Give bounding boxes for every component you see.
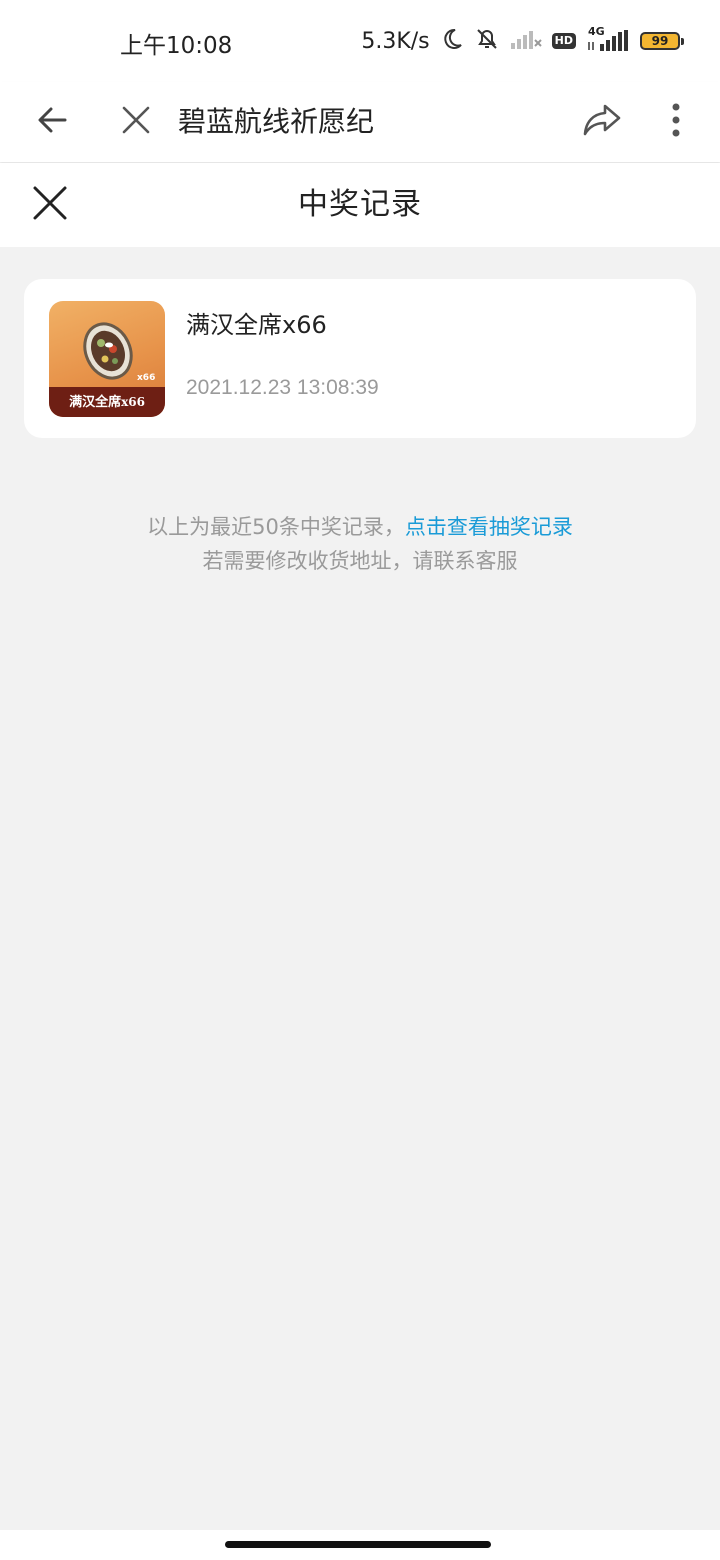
share-button[interactable] [576,96,628,148]
modal-close-button[interactable] [24,179,76,231]
hd-icon: HD [551,33,576,49]
status-icons: 5.3K/s HD 4G 99 [361,24,684,58]
thumb-count: x66 [137,373,156,383]
more-vertical-icon [670,103,682,141]
close-icon [32,185,68,225]
browser-toolbar: 碧蓝航线祈愿纪 [0,82,720,162]
home-indicator[interactable] [225,1541,491,1548]
notice-line-2: 若需要修改收货地址，请联系客服 [202,549,518,573]
view-draw-records-link[interactable]: 点击查看抽奖记录 [405,515,573,539]
battery-level: 99 [651,34,669,48]
more-options-button[interactable] [650,96,702,148]
status-time: 上午10:08 [120,33,233,59]
modal-header: 中奖记录 [0,163,720,247]
close-page-button[interactable] [110,96,162,148]
mute-bell-icon [474,26,500,56]
battery-icon: 99 [640,32,684,50]
status-bar: 上午10:08 5.3K/s HD 4G 99 [0,0,720,82]
prize-timestamp: 2021.12.23 13:08:39 [186,376,379,399]
prize-record-card[interactable]: x66 满汉全席x66 满汉全席x66 2021.12.23 13:08:39 [24,279,696,438]
moon-icon [440,27,464,55]
prize-name: 满汉全席x66 [186,311,327,339]
page-title: 碧蓝航线祈愿纪 [178,105,375,138]
notice-text-main: 以上为最近50条中奖记录， [147,515,405,539]
dish-image [83,322,133,380]
back-arrow-icon [35,103,69,141]
notice-text: 以上为最近50条中奖记录，点击查看抽奖记录 若需要修改收货地址，请联系客服 [0,510,720,578]
share-icon [581,102,623,142]
close-icon [121,105,151,139]
back-button[interactable] [26,96,78,148]
prize-thumbnail: x66 满汉全席x66 [49,301,165,417]
network-speed: 5.3K/s [361,28,430,54]
notice-line-1: 以上为最近50条中奖记录，点击查看抽奖记录 [0,510,720,544]
wifi-signal-icon [510,28,542,54]
thumb-label: 满汉全席x66 [49,387,165,417]
cell-signal-icon: 4G [586,25,630,53]
modal-title: 中奖记录 [298,187,422,222]
